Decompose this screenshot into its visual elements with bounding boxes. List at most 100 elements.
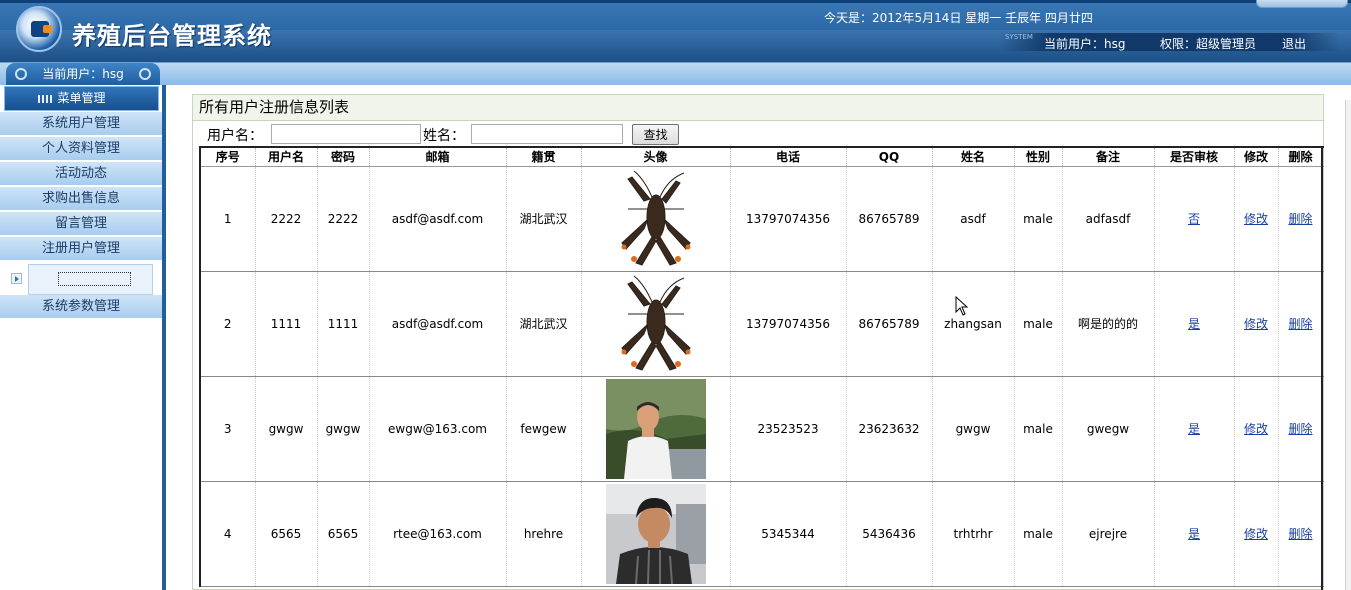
approve-link[interactable]: 是 — [1188, 527, 1200, 541]
top-right-button[interactable] — [1256, 0, 1348, 8]
cell-name: trhtrhr — [932, 481, 1015, 587]
cell-edit: 修改 — [1234, 166, 1279, 272]
cell-edit: 修改 — [1234, 481, 1279, 587]
cell-avatar — [581, 376, 731, 482]
sidebar-item-messages[interactable]: 留言管理 — [0, 212, 162, 236]
cell-phone: 13797074356 — [730, 271, 847, 377]
cell-username: 1111 — [255, 271, 318, 377]
cell-qq: 86765789 — [846, 166, 933, 272]
cell-qq: 86765789 — [846, 271, 933, 377]
delete-link[interactable]: 删除 — [1288, 212, 1312, 226]
older-man-photo — [605, 378, 706, 479]
sidebar-item-trade-info[interactable]: 求购出售信息 — [0, 187, 162, 211]
cell-name: asdf — [932, 166, 1015, 272]
app-logo-icon — [16, 6, 62, 52]
search-row: 用户名： 姓名： 查找 — [193, 122, 1323, 146]
edit-link[interactable]: 修改 — [1244, 212, 1268, 226]
menu-grid-icon — [38, 95, 52, 103]
edit-link[interactable]: 修改 — [1244, 317, 1268, 331]
cell-password: 6565 — [317, 481, 370, 587]
delete-link[interactable]: 删除 — [1288, 527, 1312, 541]
app-header: 养殖后台管理系统 今天是：2012年5月14日 星期一 壬辰年 四月廿四 SYS… — [0, 0, 1351, 62]
user-info-bar: SYSTEM 当前用户：hsg 权限：超级管理员 退出 — [1000, 33, 1340, 51]
col-header: 电话 — [730, 147, 847, 167]
cell-phone: 23523523 — [730, 376, 847, 482]
cell-note: adfasdf — [1062, 166, 1155, 272]
cell-qq: 23623632 — [846, 376, 933, 482]
ring-right-icon — [139, 68, 151, 80]
cell-hometown: hrehre — [506, 481, 582, 587]
sub-header-bar — [0, 62, 1351, 85]
sidebar-item-activities[interactable]: 活动动态 — [0, 162, 162, 186]
expand-arrow-icon[interactable] — [11, 273, 22, 284]
name-label: 姓名： — [423, 128, 465, 144]
cell-approved: 是 — [1154, 376, 1235, 482]
cell-gender: male — [1014, 271, 1063, 377]
cell-password: 2222 — [317, 166, 370, 272]
header-top-line — [0, 0, 1351, 3]
header-permission: 权限：超级管理员 — [1160, 37, 1257, 51]
col-header: 是否审核 — [1154, 147, 1235, 167]
edit-link[interactable]: 修改 — [1244, 422, 1268, 436]
cell-email: rtee@163.com — [369, 481, 507, 587]
cell-edit: 修改 — [1234, 271, 1279, 377]
date-text: 今天是：2012年5月14日 星期一 壬辰年 四月廿四 — [824, 11, 1093, 25]
ring-left-icon — [15, 68, 27, 80]
col-header: 籍贯 — [506, 147, 582, 167]
sidebar-current-user-tab: 当前用户：hsg — [6, 63, 160, 85]
col-header: 用户名 — [255, 147, 318, 167]
edit-link[interactable]: 修改 — [1244, 527, 1268, 541]
sidebar-item-registered-users[interactable]: 注册用户管理 — [0, 237, 162, 261]
lobster-image — [620, 170, 691, 266]
col-header: 密码 — [317, 147, 370, 167]
sidebar-item-system-params[interactable]: 系统参数管理 — [0, 295, 162, 319]
cell-password: gwgw — [317, 376, 370, 482]
cell-gender: male — [1014, 376, 1063, 482]
cell-username: 6565 — [255, 481, 318, 587]
cell-approved: 是 — [1154, 271, 1235, 377]
system-tag: SYSTEM — [1005, 33, 1033, 41]
cell-delete: 删除 — [1278, 376, 1324, 482]
header-current-user: 当前用户：hsg — [1044, 37, 1126, 51]
table-header-row: 序号 用户名 密码 邮箱 籍贯 头像 电话 QQ 姓名 性别 备注 是否审核 修… — [199, 147, 1324, 167]
cell-edit: 修改 — [1234, 376, 1279, 482]
sidebar-item-profile[interactable]: 个人资料管理 — [0, 137, 162, 161]
col-header: QQ — [846, 147, 933, 167]
cell-hometown: fewgew — [506, 376, 582, 482]
cell-password: 1111 — [317, 271, 370, 377]
cell-approved: 是 — [1154, 481, 1235, 587]
username-input[interactable] — [271, 124, 421, 144]
cell-id: 2 — [199, 271, 256, 377]
cell-approved: 否 — [1154, 166, 1235, 272]
name-input[interactable] — [471, 124, 623, 144]
cell-email: asdf@asdf.com — [369, 271, 507, 377]
cell-email: ewgw@163.com — [369, 376, 507, 482]
submenu-item-selected[interactable] — [28, 264, 153, 295]
col-header: 性别 — [1014, 147, 1063, 167]
cell-phone: 5345344 — [730, 481, 847, 587]
menu-head[interactable]: 菜单管理 — [4, 86, 159, 111]
cell-name: gwgw — [932, 376, 1015, 482]
col-header: 备注 — [1062, 147, 1155, 167]
panel-title: 所有用户注册信息列表 — [193, 95, 1323, 121]
focus-outline — [58, 272, 131, 286]
delete-link[interactable]: 删除 — [1288, 422, 1312, 436]
logout-link[interactable]: 退出 — [1282, 35, 1306, 52]
cell-hometown: 湖北武汉 — [506, 166, 582, 272]
users-table: 序号 用户名 密码 邮箱 籍贯 头像 电话 QQ 姓名 性别 备注 是否审核 修… — [199, 146, 1324, 587]
sidebar-item-system-users[interactable]: 系统用户管理 — [0, 112, 162, 136]
cell-qq: 5436436 — [846, 481, 933, 587]
delete-link[interactable]: 删除 — [1288, 317, 1312, 331]
table-row: 1 2222 2222 asdf@asdf.com 湖北武汉 137970743… — [199, 166, 1324, 272]
approve-link[interactable]: 否 — [1188, 212, 1200, 226]
approve-link[interactable]: 是 — [1188, 317, 1200, 331]
col-header: 邮箱 — [369, 147, 507, 167]
cell-hometown: 湖北武汉 — [506, 271, 582, 377]
cell-avatar — [581, 271, 731, 377]
approve-link[interactable]: 是 — [1188, 422, 1200, 436]
col-header: 姓名 — [932, 147, 1015, 167]
cell-gender: male — [1014, 166, 1063, 272]
cell-username: gwgw — [255, 376, 318, 482]
vertical-scrollbar[interactable] — [1345, 100, 1351, 590]
search-button[interactable]: 查找 — [632, 124, 679, 145]
